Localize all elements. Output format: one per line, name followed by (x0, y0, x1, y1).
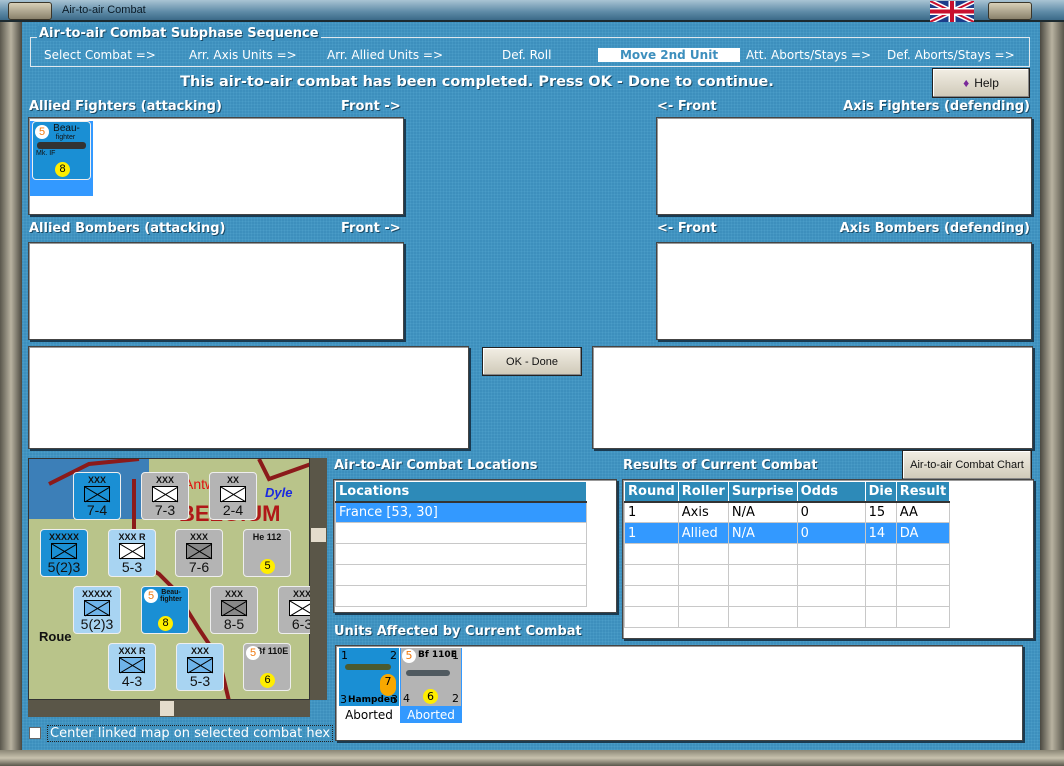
locations-table: Locations France [53, 30] (335, 481, 587, 607)
axis-bombers-label: Axis Bombers (defending) (839, 221, 1030, 236)
air-to-air-combat-chart-button[interactable]: Air-to-air Combat Chart (902, 450, 1032, 480)
affected-unit-hampden[interactable]: 12 7 3 Hampden 3 Aborted (339, 648, 399, 723)
map-counter[interactable]: XXX R 4-3 (108, 643, 156, 691)
results-table: Round Roller Surprise Odds Die Result 1 Axis N/… (624, 481, 951, 628)
map-counters: XXX 7-4 XXX 7-3 XX 2-4 XXXXX 5(2)3 XXX R 5-3 … (28, 458, 310, 700)
result-row[interactable]: 1 Axis N/A 0 15 AA (624, 501, 951, 523)
map-counter[interactable]: XXX 7-4 (73, 472, 121, 520)
axis-info-box (592, 346, 1033, 449)
window-title: Air-to-air Combat (62, 4, 146, 16)
allied-bombers-label: Allied Bombers (attacking) (29, 221, 226, 236)
plane-icon (37, 142, 86, 149)
allied-fighters-label: Allied Fighters (attacking) (29, 99, 222, 114)
map-counter[interactable]: XXXXX 5(2)3 (40, 529, 88, 577)
affected-units-title: Units Affected by Current Combat (334, 624, 582, 639)
help-book-icon: ♦ (963, 76, 970, 90)
location-row[interactable]: France [53, 30] (335, 501, 587, 523)
allied-bombers-box[interactable] (28, 242, 404, 340)
result-row[interactable]: 1 Allied N/A 0 14 DA (624, 522, 951, 544)
step-att-aborts: Att. Aborts/Stays => (746, 48, 872, 62)
map-counter[interactable]: XXX 8-5 (210, 586, 258, 634)
map-counter[interactable]: XX 2-4 (209, 472, 257, 520)
scroll-thumb[interactable] (311, 528, 326, 542)
center-map-label[interactable]: Center linked map on selected combat hex (47, 725, 334, 742)
step-select-combat: Select Combat => (44, 48, 156, 62)
window-frame (1040, 22, 1064, 766)
front-label: <- Front (657, 221, 717, 236)
front-label: <- Front (657, 99, 717, 114)
uk-flag-icon (930, 1, 974, 22)
map-horizontal-scrollbar[interactable] (28, 700, 310, 717)
map-counter[interactable]: 5 Beau-fighter 8 (141, 586, 189, 634)
hampden-counter: 12 7 3 Hampden 3 (339, 648, 399, 706)
scroll-thumb[interactable] (160, 701, 174, 716)
allied-info-box (28, 346, 469, 449)
fighter-plane-icon (406, 670, 450, 676)
map-counter[interactable]: XXX 6-3 (278, 586, 310, 634)
map-counter[interactable]: 5 Bf 110E 6 (243, 643, 291, 691)
system-menu-button[interactable] (8, 2, 52, 20)
results-title: Results of Current Combat (623, 458, 818, 473)
step-def-roll: Def. Roll (502, 48, 552, 62)
center-map-checkbox[interactable] (29, 727, 41, 739)
axis-bombers-box[interactable] (656, 242, 1032, 340)
affected-units-box[interactable]: 12 7 3 Hampden 3 Aborted 5 Bf 110E 1 4 6… (335, 645, 1023, 741)
window-frame (0, 22, 22, 766)
bomber-plane-icon (345, 664, 391, 670)
step-arr-allied: Arr. Allied Units => (327, 48, 444, 62)
beaufighter-counter[interactable]: 5 Beau- fighter Mk. IF 8 (32, 121, 91, 180)
front-label: Front -> (341, 221, 401, 236)
step-def-aborts: Def. Aborts/Stays => (887, 48, 1015, 62)
results-table-box[interactable]: Round Roller Surprise Odds Die Result 1 Axis N/… (622, 479, 1034, 639)
title-bar (0, 0, 1064, 22)
bf110e-counter: 5 Bf 110E 1 4 6 2 (401, 648, 461, 706)
ok-done-button[interactable]: OK - Done (482, 347, 582, 376)
help-button[interactable]: ♦ Help (932, 68, 1030, 98)
status-message: This air-to-air combat has been complete… (180, 74, 774, 90)
step-arr-axis: Arr. Axis Units => (189, 48, 297, 62)
map-counter[interactable]: XXX 7-6 (175, 529, 223, 577)
map-vertical-scrollbar[interactable] (310, 458, 327, 700)
unit-status: Aborted (345, 708, 393, 722)
axis-fighters-box[interactable] (656, 117, 1032, 215)
window-frame (0, 750, 1064, 766)
map-counter[interactable]: XXX R 5-3 (108, 529, 156, 577)
front-label: Front -> (341, 99, 401, 114)
affected-unit-bf110e[interactable]: 5 Bf 110E 1 4 6 2 Aborted (400, 648, 462, 723)
unit-status: Aborted (407, 708, 455, 722)
map-counter[interactable]: XXXXX 5(2)3 (73, 586, 121, 634)
axis-fighters-label: Axis Fighters (defending) (843, 99, 1030, 114)
locations-title: Air-to-Air Combat Locations (334, 458, 538, 473)
map-counter[interactable]: XXX 7-3 (141, 472, 189, 520)
locations-list[interactable]: Locations France [53, 30] (333, 479, 617, 613)
close-window-button[interactable] (988, 2, 1032, 20)
map-counter[interactable]: XXX 5-3 (176, 643, 224, 691)
sequence-title: Air-to-air Combat Subphase Sequence (37, 26, 321, 41)
allied-fighters-box[interactable]: 5 Beau- fighter Mk. IF 8 (28, 117, 404, 215)
step-move-2nd-unit: Move 2nd Unit (598, 48, 740, 62)
map-counter[interactable]: He 112 5 (243, 529, 291, 577)
